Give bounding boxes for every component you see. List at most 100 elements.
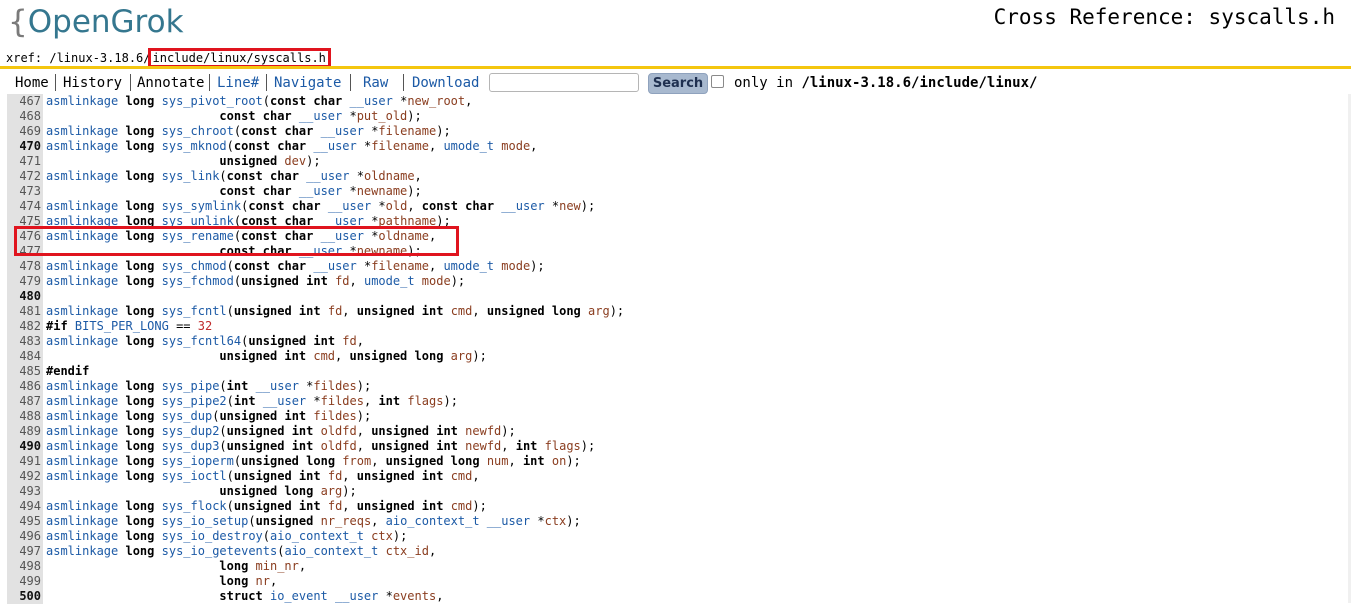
breadcrumb: xref: /linux-3.18.6/include/linux/syscal…: [6, 48, 331, 68]
code-text: asmlinkage long sys_io_destroy(aio_conte…: [46, 529, 408, 543]
code-line: 478 asmlinkage long sys_chmod(const char …: [0, 259, 1351, 274]
header-rule: [0, 66, 1351, 69]
line-number[interactable]: 482: [7, 319, 43, 334]
line-number[interactable]: 473: [7, 184, 43, 199]
code-text: asmlinkage long sys_fcntl(unsigned int f…: [46, 304, 625, 318]
line-number[interactable]: 486: [7, 379, 43, 394]
line-number[interactable]: 492: [7, 469, 43, 484]
line-number[interactable]: 498: [7, 559, 43, 574]
search-button[interactable]: Search: [648, 73, 708, 94]
code-text: asmlinkage long sys_mknod(const char __u…: [46, 139, 538, 153]
code-line: 469 asmlinkage long sys_chroot(const char…: [0, 124, 1351, 139]
code-line: 493 unsigned long arg);: [0, 484, 1351, 499]
nav-raw[interactable]: Raw: [363, 75, 388, 91]
line-number[interactable]: 493: [7, 484, 43, 499]
nav-separator: [403, 74, 404, 91]
logo-text: OpenGrok: [27, 4, 184, 40]
code-text: asmlinkage long sys_pipe2(int __user *fi…: [46, 394, 458, 408]
code-text: #if BITS_PER_LONG == 32: [46, 319, 213, 333]
code-text: asmlinkage long sys_link(const char __us…: [46, 169, 422, 183]
line-number[interactable]: 468: [7, 109, 43, 124]
page-title: Cross Reference: syscalls.h: [993, 5, 1335, 29]
code-line: 494 asmlinkage long sys_flock(unsigned in…: [0, 499, 1351, 514]
line-number[interactable]: 477: [7, 244, 43, 259]
line-number[interactable]: 491: [7, 454, 43, 469]
code-line: 492 asmlinkage long sys_ioctl(unsigned in…: [0, 469, 1351, 484]
breadcrumb-prefix[interactable]: xref: /linux-3.18.6/: [6, 51, 151, 65]
line-number[interactable]: 490: [7, 439, 43, 454]
code-line: 476 asmlinkage long sys_rename(const char…: [0, 229, 1351, 244]
only-in-label: only in /linux-3.18.6/include/linux/: [734, 75, 1038, 91]
line-number[interactable]: 499: [7, 574, 43, 589]
only-in-checkbox[interactable]: [711, 75, 724, 88]
line-number[interactable]: 496: [7, 529, 43, 544]
code-text: asmlinkage long sys_unlink(const char __…: [46, 214, 451, 228]
nav-separator: [266, 74, 267, 91]
only-in-path: /linux-3.18.6/include/linux/: [801, 75, 1038, 91]
breadcrumb-highlighted-path[interactable]: include/linux/syscalls.h: [147, 48, 331, 68]
line-number[interactable]: 471: [7, 154, 43, 169]
nav-download[interactable]: Download: [412, 75, 479, 91]
code-text: const char __user *newname);: [219, 184, 422, 198]
code-text: asmlinkage long sys_pipe(int __user *fil…: [46, 379, 372, 393]
nav-separator: [209, 74, 210, 91]
line-number[interactable]: 484: [7, 349, 43, 364]
code-text: asmlinkage long sys_ioperm(unsigned long…: [46, 454, 581, 468]
line-number[interactable]: 478: [7, 259, 43, 274]
line-number[interactable]: 494: [7, 499, 43, 514]
nav-separator: [350, 74, 351, 91]
code-text: asmlinkage long sys_chmod(const char __u…: [46, 259, 545, 273]
nav-history[interactable]: History: [63, 75, 122, 91]
nav-home[interactable]: Home: [15, 75, 49, 91]
line-number[interactable]: 476: [7, 229, 43, 244]
opengrok-logo[interactable]: {OpenGrok: [8, 2, 184, 42]
line-number[interactable]: 470: [7, 139, 43, 154]
code-line: 491 asmlinkage long sys_ioperm(unsigned l…: [0, 454, 1351, 469]
code-line: 468 const char __user *put_old);: [0, 109, 1351, 124]
code-text: asmlinkage long sys_io_getevents(aio_con…: [46, 544, 437, 558]
code-text: #endif: [46, 364, 90, 378]
nav-navigate[interactable]: Navigate: [274, 75, 341, 91]
nav-annotate[interactable]: Annotate: [137, 75, 204, 91]
code-text: asmlinkage long sys_fcntl64(unsigned int…: [46, 334, 364, 348]
search-input[interactable]: [489, 73, 639, 92]
line-number[interactable]: 472: [7, 169, 43, 184]
line-number[interactable]: 497: [7, 544, 43, 559]
line-number[interactable]: 500: [7, 589, 43, 604]
line-number[interactable]: 489: [7, 424, 43, 439]
code-line: 488 asmlinkage long sys_dup(unsigned int …: [0, 409, 1351, 424]
code-text: asmlinkage long sys_dup(unsigned int fil…: [46, 409, 372, 423]
nav-line-number[interactable]: Line#: [217, 75, 259, 91]
code-text: long nr,: [219, 574, 278, 588]
code-text: asmlinkage long sys_flock(unsigned int f…: [46, 499, 487, 513]
line-number[interactable]: 480: [7, 289, 43, 304]
line-number[interactable]: 467: [7, 94, 43, 109]
code-line: 477 const char __user *newname);: [0, 244, 1351, 259]
code-line: 487 asmlinkage long sys_pipe2(int __user …: [0, 394, 1351, 409]
code-text: asmlinkage long sys_symlink(const char _…: [46, 199, 596, 213]
line-number[interactable]: 474: [7, 199, 43, 214]
line-number[interactable]: 495: [7, 514, 43, 529]
code-text: asmlinkage long sys_ioctl(unsigned int f…: [46, 469, 480, 483]
line-number[interactable]: 469: [7, 124, 43, 139]
code-text: long min_nr,: [219, 559, 307, 573]
line-number[interactable]: 487: [7, 394, 43, 409]
line-number[interactable]: 481: [7, 304, 43, 319]
line-number[interactable]: 479: [7, 274, 43, 289]
source-code-view: 467 asmlinkage long sys_pivot_root(const …: [0, 94, 1351, 604]
code-line: 486 asmlinkage long sys_pipe(int __user *…: [0, 379, 1351, 394]
line-number[interactable]: 485: [7, 364, 43, 379]
line-number[interactable]: 483: [7, 334, 43, 349]
code-line: 496 asmlinkage long sys_io_destroy(aio_co…: [0, 529, 1351, 544]
line-number[interactable]: 488: [7, 409, 43, 424]
code-text: asmlinkage long sys_fchmod(unsigned int …: [46, 274, 466, 288]
code-text: asmlinkage long sys_chroot(const char __…: [46, 124, 451, 138]
code-line: 484 unsigned int cmd, unsigned long arg)…: [0, 349, 1351, 364]
code-text: asmlinkage long sys_pivot_root(const cha…: [46, 94, 473, 108]
nav-bar: Home History Annotate Line# Navigate Raw…: [0, 71, 1351, 95]
code-line: 481 asmlinkage long sys_fcntl(unsigned in…: [0, 304, 1351, 319]
logo-brace: {: [8, 4, 28, 40]
line-number[interactable]: 475: [7, 214, 43, 229]
code-line: 497 asmlinkage long sys_io_getevents(aio_…: [0, 544, 1351, 559]
code-text: asmlinkage long sys_dup2(unsigned int ol…: [46, 424, 516, 438]
